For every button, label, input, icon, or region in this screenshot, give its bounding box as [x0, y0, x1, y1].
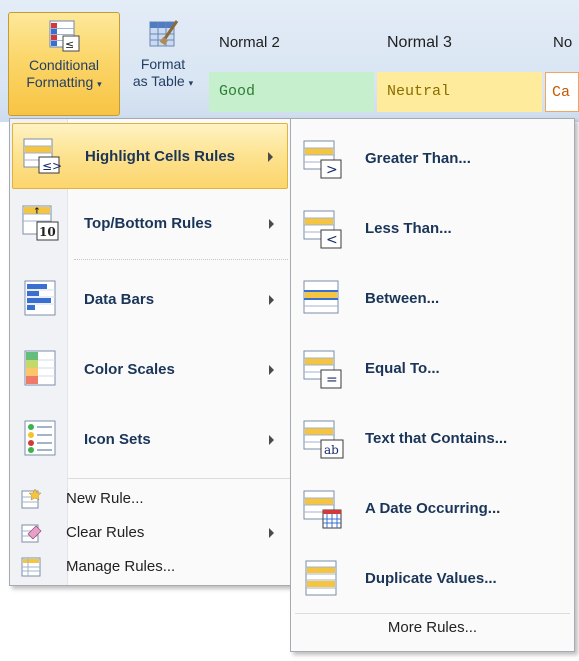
svg-text:<: <: [326, 232, 338, 248]
menu-item-top-bottom-rules[interactable]: ↑ 10 Top/Bottom Rules: [12, 191, 288, 257]
svg-text:≤: ≤: [65, 38, 74, 51]
conditional-formatting-button[interactable]: ≤ Conditional Formatting ▾: [8, 12, 120, 116]
ribbon: ≤ Conditional Formatting ▾ Format as Tab…: [0, 0, 579, 122]
submenu-item-label: Text that Contains...: [365, 430, 508, 447]
conditional-formatting-menu: ≤> Highlight Cells Rules ↑ 10 Top/Bottom…: [9, 118, 292, 586]
chevron-down-icon: ▾: [188, 78, 194, 88]
submenu-item-equal-to[interactable]: = Equal To...: [293, 336, 573, 402]
menu-item-label: Top/Bottom Rules: [84, 215, 213, 232]
less-than-icon: <: [303, 210, 342, 249]
svg-text:=: =: [326, 372, 338, 388]
highlight-cells-rules-submenu: > Greater Than... < Less Than... Between…: [290, 118, 575, 652]
greater-than-icon: >: [303, 140, 342, 179]
submenu-item-text-contains[interactable]: ab Text that Contains...: [293, 406, 573, 472]
submenu-item-label: Between...: [365, 290, 440, 307]
menu-item-label: Manage Rules...: [66, 558, 176, 575]
new-rule-icon: [21, 488, 42, 509]
menu-item-label: Icon Sets: [84, 431, 151, 448]
submenu-item-duplicate-values[interactable]: Duplicate Values...: [293, 546, 573, 612]
equal-to-icon: =: [303, 350, 342, 389]
svg-text:>: >: [326, 162, 338, 178]
svg-text:ab: ab: [324, 443, 339, 457]
submenu-item-label: A Date Occurring...: [365, 500, 501, 517]
highlight-cells-rules-icon: ≤>: [23, 138, 62, 174]
submenu-arrow-icon: [269, 528, 274, 538]
menu-item-label: Highlight Cells Rules: [85, 148, 236, 165]
submenu-item-date-occurring[interactable]: A Date Occurring...: [293, 476, 573, 542]
menu-item-data-bars[interactable]: Data Bars: [12, 267, 288, 333]
menu-item-label: Clear Rules: [66, 524, 145, 541]
date-occurring-icon: [303, 490, 342, 529]
duplicate-values-icon: [305, 560, 337, 596]
conditional-formatting-icon: ≤: [49, 20, 80, 52]
menu-item-color-scales[interactable]: Color Scales: [12, 337, 288, 403]
menu-item-manage-rules[interactable]: Manage Rules...: [12, 551, 288, 583]
text-contains-icon: ab: [303, 420, 344, 459]
manage-rules-icon: [21, 557, 41, 577]
submenu-item-less-than[interactable]: < Less Than...: [293, 196, 573, 262]
menu-item-clear-rules[interactable]: Clear Rules: [12, 517, 288, 549]
submenu-item-between[interactable]: Between...: [293, 266, 573, 332]
conditional-formatting-label-1: Conditional: [28, 57, 100, 73]
style-cell-calculation[interactable]: Ca: [545, 72, 579, 112]
top-bottom-rules-icon: ↑ 10: [22, 205, 59, 241]
menu-item-label: New Rule...: [66, 490, 144, 507]
menu-separator: [74, 259, 288, 260]
menu-item-highlight-cells-rules[interactable]: ≤> Highlight Cells Rules: [12, 123, 288, 189]
style-cell-good[interactable]: Good: [209, 72, 374, 112]
format-as-table-label-2: as Table ▾: [132, 73, 194, 89]
menu-item-new-rule[interactable]: New Rule...: [12, 483, 288, 515]
svg-text:≤>: ≤>: [42, 159, 62, 173]
icon-sets-icon: [24, 420, 56, 456]
clear-rules-icon: [21, 524, 42, 543]
style-name-normal-3[interactable]: Normal 3: [387, 34, 452, 52]
submenu-separator: [295, 613, 570, 614]
style-name-normal-2[interactable]: Normal 2: [219, 34, 280, 51]
color-scales-icon: [24, 350, 56, 386]
conditional-formatting-label-2: Formatting ▾: [26, 74, 102, 90]
chevron-down-icon: ▾: [97, 79, 102, 89]
submenu-item-label: Greater Than...: [365, 150, 471, 167]
menu-item-label: Color Scales: [84, 361, 175, 378]
format-as-table-button[interactable]: Format as Table ▾: [122, 12, 204, 116]
submenu-arrow-icon: [269, 295, 274, 305]
between-icon: [303, 280, 339, 314]
menu-separator: [68, 478, 290, 479]
svg-text:↑: ↑: [33, 207, 41, 217]
svg-text:10: 10: [39, 225, 56, 239]
cell-styles-gallery: Normal 2 Normal 3 No Good Neutral Ca: [207, 12, 579, 116]
format-as-table-icon: [149, 20, 179, 47]
submenu-item-label: Less Than...: [365, 220, 452, 237]
submenu-arrow-icon: [269, 435, 274, 445]
style-cell-neutral[interactable]: Neutral: [377, 72, 542, 112]
submenu-arrow-icon: [269, 365, 274, 375]
submenu-item-label: Equal To...: [365, 360, 440, 377]
data-bars-icon: [24, 280, 56, 316]
menu-item-icon-sets[interactable]: Icon Sets: [12, 407, 288, 473]
submenu-item-greater-than[interactable]: > Greater Than...: [293, 126, 573, 192]
submenu-item-label: Duplicate Values...: [365, 570, 497, 587]
format-as-table-label-1: Format: [140, 56, 186, 72]
submenu-arrow-icon: [269, 219, 274, 229]
style-name-normal-4[interactable]: No: [553, 34, 572, 51]
more-rules-link[interactable]: More Rules...: [291, 619, 574, 636]
menu-item-label: Data Bars: [84, 291, 155, 308]
submenu-arrow-icon: [268, 152, 273, 162]
